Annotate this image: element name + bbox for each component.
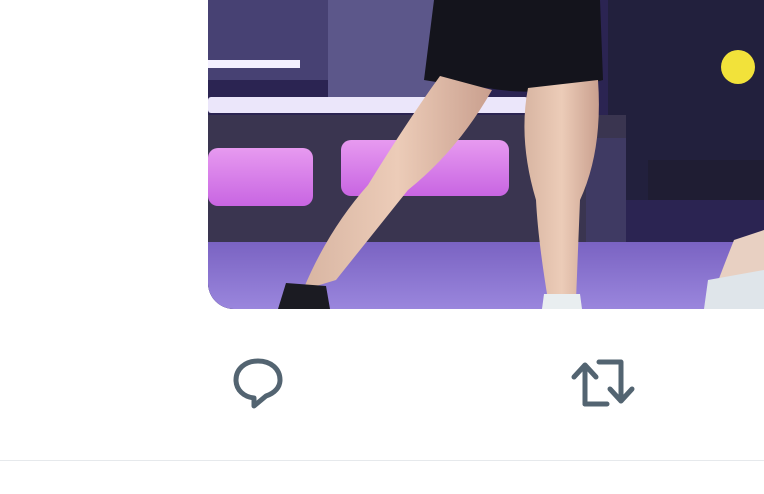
tweet-media-photo[interactable] — [208, 0, 764, 309]
retweet-arrows-icon — [569, 356, 639, 415]
reply-button[interactable] — [223, 350, 293, 420]
tweet-action-bar — [0, 340, 764, 430]
speech-bubble-icon — [230, 356, 286, 415]
tweet-card — [0, 0, 764, 494]
concert-stage-photo — [208, 0, 764, 309]
tweet-divider — [0, 460, 764, 461]
retweet-button[interactable] — [569, 350, 639, 420]
